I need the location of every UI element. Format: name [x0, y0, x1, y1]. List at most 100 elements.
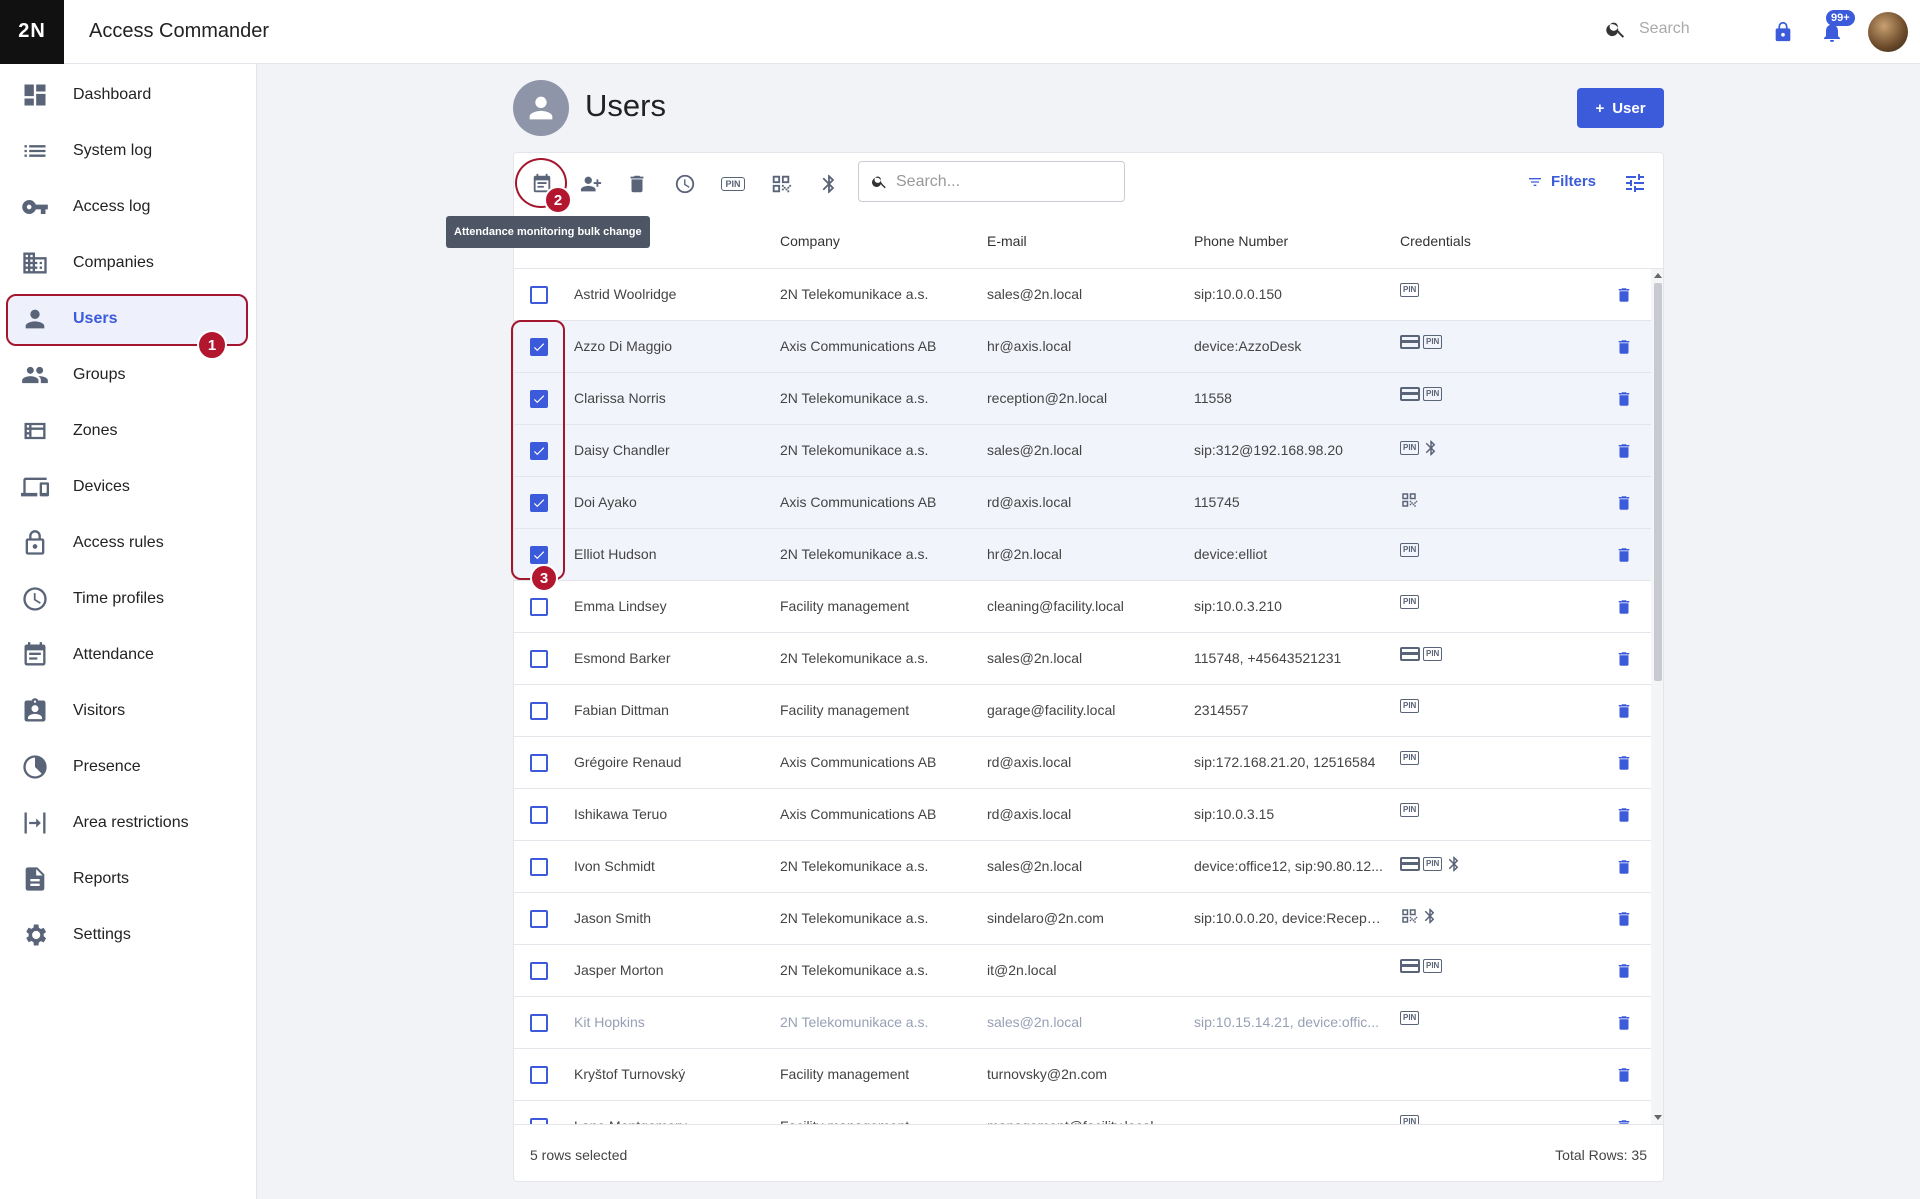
delete-row-button[interactable] [1615, 338, 1633, 356]
row-checkbox[interactable] [530, 858, 548, 876]
row-checkbox[interactable] [530, 598, 548, 616]
table-row[interactable]: Ishikawa Teruo Axis Communications AB rd@a… [514, 789, 1651, 841]
sidebar-item-label: Access rules [73, 534, 164, 551]
top-bar: 2N Access Commander Search 99+ [0, 0, 1920, 64]
user-name[interactable]: Ishikawa Teruo [574, 806, 734, 822]
delete-row-button[interactable] [1615, 962, 1633, 980]
delete-row-button[interactable] [1615, 650, 1633, 668]
pin-button[interactable]: PIN [718, 171, 748, 197]
row-checkbox[interactable] [530, 286, 548, 304]
sidebar-item-settings[interactable]: Settings [8, 910, 248, 960]
sidebar-item-area-restrictions[interactable]: Area restrictions [8, 798, 248, 848]
scroll-down-arrow[interactable] [1654, 1115, 1662, 1120]
user-name[interactable]: Doi Ayako [574, 494, 734, 510]
app-logo[interactable]: 2N [0, 0, 64, 64]
user-name[interactable]: Ivon Schmidt [574, 858, 734, 874]
column-settings-button[interactable] [1623, 171, 1647, 195]
delete-row-button[interactable] [1615, 1066, 1633, 1084]
sidebar-item-devices[interactable]: Devices [8, 462, 248, 512]
row-checkbox[interactable] [530, 806, 548, 824]
row-checkbox[interactable] [530, 910, 548, 928]
sidebar-item-attendance[interactable]: Attendance [8, 630, 248, 680]
add-user-button[interactable]: + User [1577, 88, 1664, 128]
sidebar-item-presence[interactable]: Presence [8, 742, 248, 792]
delete-row-button[interactable] [1615, 806, 1633, 824]
table-row[interactable]: Elliot Hudson 2N Telekomunikace a.s. hr@2n… [514, 529, 1651, 581]
delete-row-button[interactable] [1615, 858, 1633, 876]
delete-row-button[interactable] [1615, 598, 1633, 616]
column-header-phone[interactable]: Phone Number [1194, 233, 1288, 249]
row-checkbox[interactable] [530, 1014, 548, 1032]
user-name[interactable]: Daisy Chandler [574, 442, 734, 458]
qr-credential-icon [1402, 493, 1418, 507]
user-name[interactable]: Jasper Morton [574, 962, 734, 978]
table-row[interactable]: Lane MontgomeryFacility managementmanage… [514, 1101, 1651, 1124]
sidebar-item-access-log[interactable]: Access log [8, 182, 248, 232]
add-to-group-button[interactable] [576, 171, 606, 197]
filters-button[interactable]: Filters [1527, 173, 1596, 190]
table-row[interactable]: Emma Lindsey Facility management cleaning@… [514, 581, 1651, 633]
column-header-email[interactable]: E-mail [987, 233, 1027, 249]
sidebar-item-reports[interactable]: Reports [8, 854, 248, 904]
sidebar-item-time-profiles[interactable]: Time profiles [8, 574, 248, 624]
table-search-input[interactable]: Search... [858, 161, 1125, 202]
presence-icon [20, 752, 50, 782]
column-header-company[interactable]: Company [780, 233, 840, 249]
table-row[interactable]: Fabian Dittman Facility management garage@… [514, 685, 1651, 737]
user-name[interactable]: Clarissa Norris [574, 390, 734, 406]
time-profile-button[interactable] [672, 171, 698, 197]
table-row[interactable]: Kryštof Turnovský Facility management turn… [514, 1049, 1651, 1101]
lock-icon[interactable] [1772, 19, 1794, 45]
sidebar-item-dashboard[interactable]: Dashboard [8, 70, 248, 120]
bluetooth-button[interactable] [816, 171, 842, 197]
sidebar-item-visitors[interactable]: Visitors [8, 686, 248, 736]
table-row[interactable]: Clarissa Norris 2N Telekomunikace a.s. rec… [514, 373, 1651, 425]
table-row[interactable]: Azzo Di Maggio Axis Communications AB hr@a… [514, 321, 1651, 373]
table-row[interactable]: Jasper Morton 2N Telekomunikace a.s. it@2n… [514, 945, 1651, 997]
user-name[interactable]: Kryštof Turnovský [574, 1066, 734, 1082]
table-row[interactable]: Kit Hopkins 2N Telekomunikace a.s. sales@2… [514, 997, 1651, 1049]
user-name[interactable]: Esmond Barker [574, 650, 734, 666]
scroll-thumb[interactable] [1654, 283, 1662, 681]
delete-row-button[interactable] [1615, 702, 1633, 720]
user-name[interactable]: Grégoire Renaud [574, 754, 734, 770]
table-row[interactable]: Grégoire Renaud Axis Communications AB rd@… [514, 737, 1651, 789]
user-name[interactable]: Elliot Hudson [574, 546, 734, 562]
row-checkbox[interactable] [530, 962, 548, 980]
sidebar-item-access-rules[interactable]: Access rules [8, 518, 248, 568]
bulk-delete-button[interactable] [624, 171, 650, 197]
table-scrollbar[interactable] [1651, 269, 1663, 1124]
sidebar-item-label: Zones [73, 422, 118, 439]
table-row[interactable]: Daisy Chandler 2N Telekomunikace a.s. sale… [514, 425, 1651, 477]
sidebar-item-system-log[interactable]: System log [8, 126, 248, 176]
delete-row-button[interactable] [1615, 390, 1633, 408]
user-name[interactable]: Kit Hopkins [574, 1014, 734, 1030]
table-row[interactable]: Jason Smith 2N Telekomunikace a.s. sindela… [514, 893, 1651, 945]
table-row[interactable]: Astrid Woolridge 2N Telekomunikace a.s. sa… [514, 269, 1651, 321]
delete-row-button[interactable] [1615, 494, 1633, 512]
row-checkbox[interactable] [530, 1066, 548, 1084]
delete-row-button[interactable] [1615, 754, 1633, 772]
table-row[interactable]: Esmond Barker 2N Telekomunikace a.s. sales… [514, 633, 1651, 685]
row-checkbox[interactable] [530, 702, 548, 720]
scroll-up-arrow[interactable] [1654, 273, 1662, 278]
user-name[interactable]: Azzo Di Maggio [574, 338, 734, 354]
user-avatar[interactable] [1868, 12, 1908, 52]
global-search[interactable]: Search [1605, 18, 1690, 40]
qr-code-button[interactable] [768, 171, 794, 197]
table-row[interactable]: Ivon Schmidt 2N Telekomunikace a.s. sales@… [514, 841, 1651, 893]
delete-row-button[interactable] [1615, 1014, 1633, 1032]
user-name[interactable]: Emma Lindsey [574, 598, 734, 614]
user-name[interactable]: Fabian Dittman [574, 702, 734, 718]
row-checkbox[interactable] [530, 650, 548, 668]
delete-row-button[interactable] [1615, 442, 1633, 460]
row-checkbox[interactable] [530, 754, 548, 772]
user-name[interactable]: Astrid Woolridge [574, 286, 734, 302]
delete-row-button[interactable] [1615, 286, 1633, 304]
delete-row-button[interactable] [1615, 546, 1633, 564]
sidebar-item-zones[interactable]: Zones [8, 406, 248, 456]
table-row[interactable]: Doi Ayako Axis Communications AB rd@axis.l… [514, 477, 1651, 529]
user-name[interactable]: Jason Smith [574, 910, 734, 926]
delete-row-button[interactable] [1615, 910, 1633, 928]
sidebar-item-companies[interactable]: Companies [8, 238, 248, 288]
